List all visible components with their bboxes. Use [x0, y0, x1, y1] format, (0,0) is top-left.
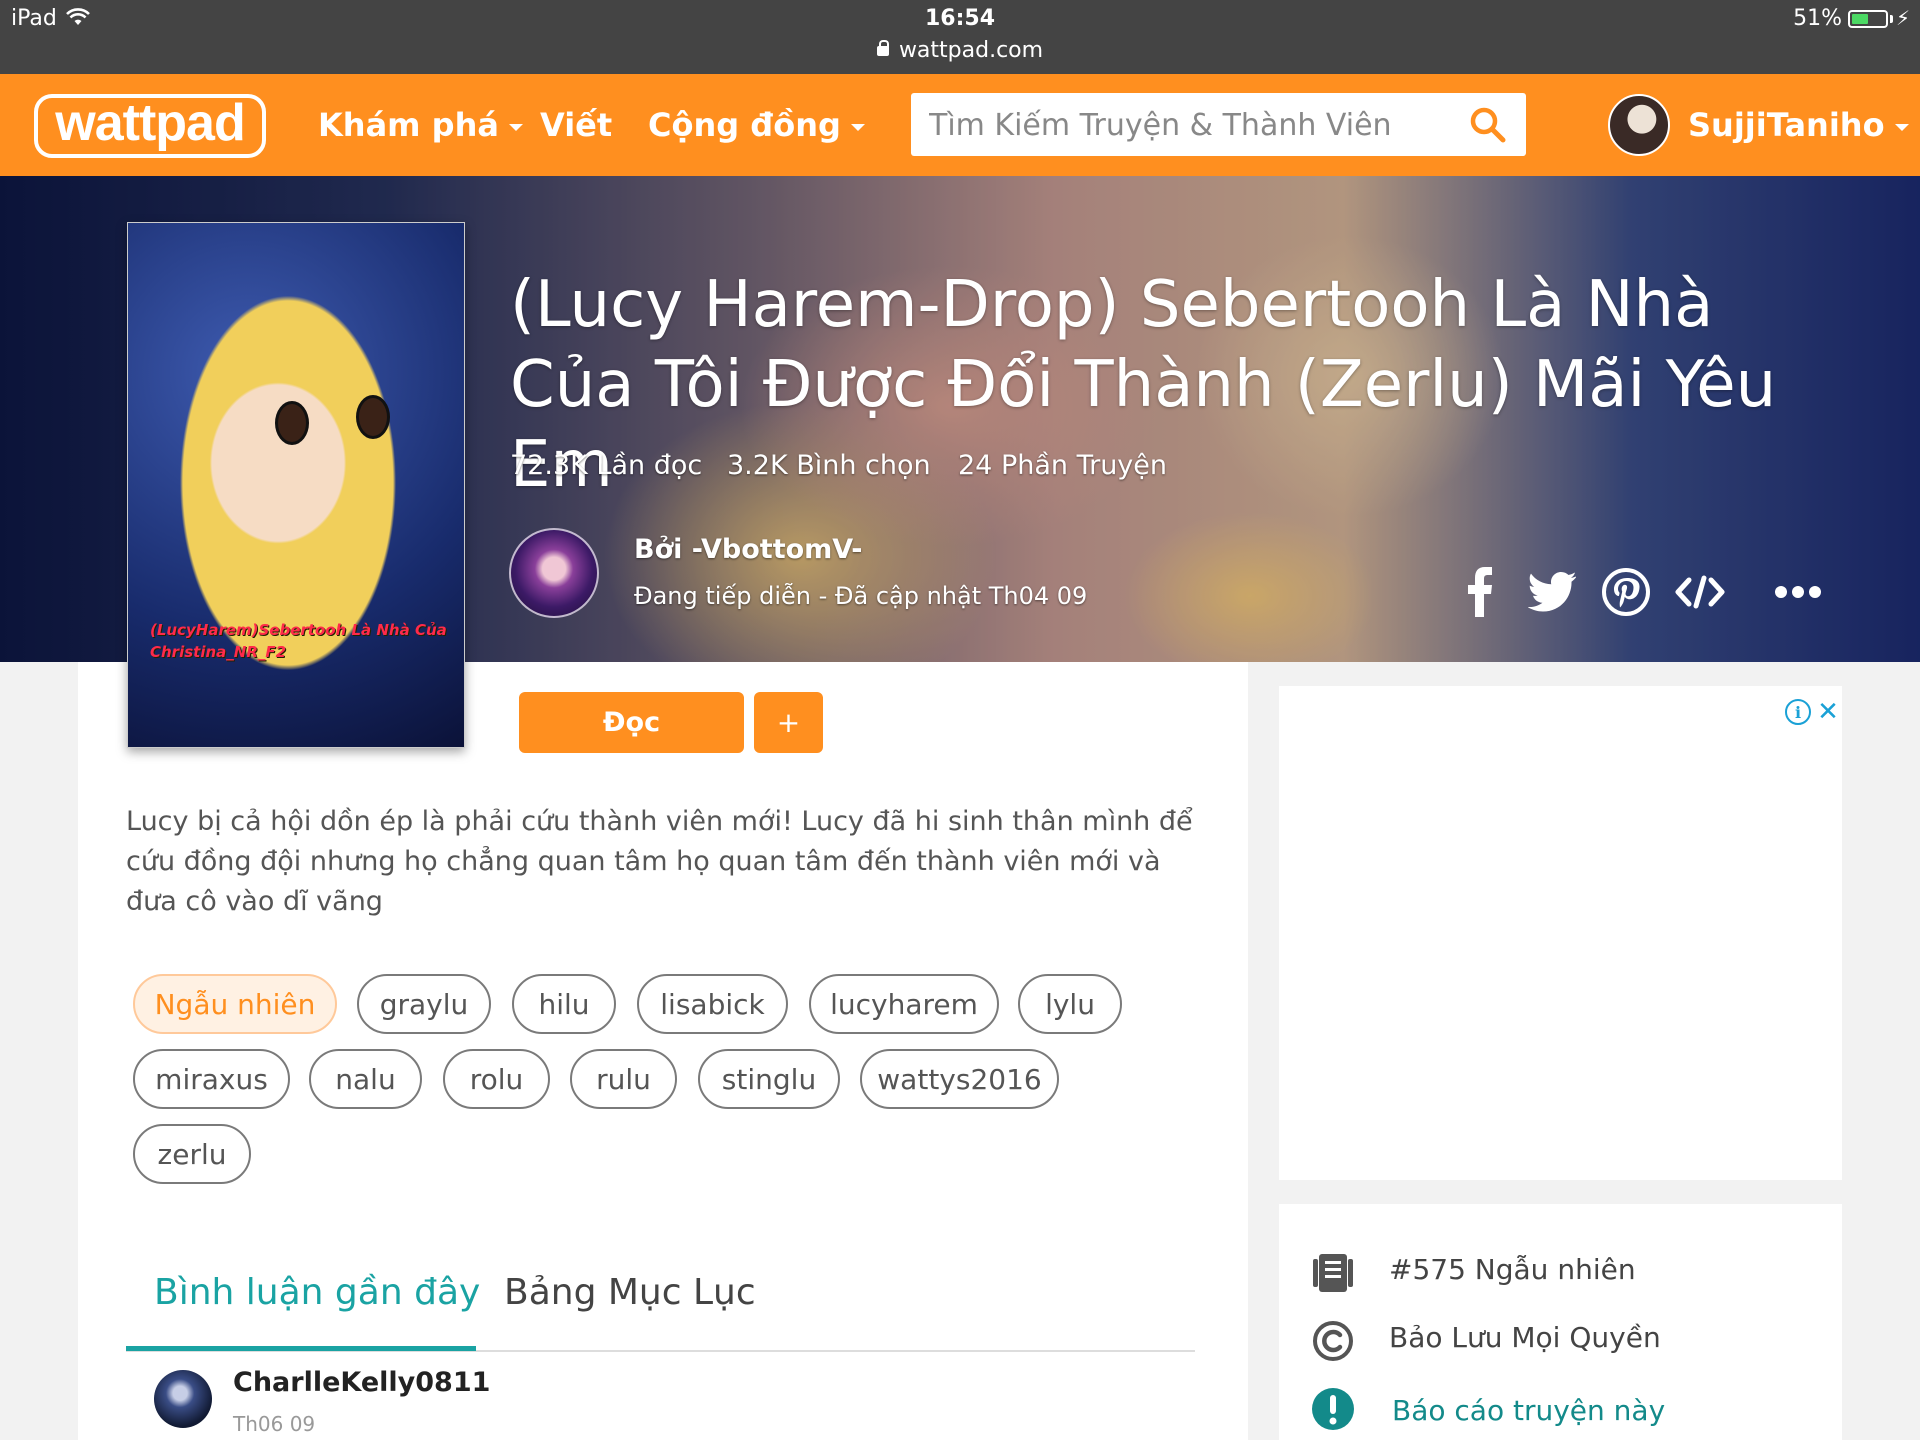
- battery-level: [1852, 14, 1868, 24]
- tag-rolu[interactable]: rolu: [443, 1049, 550, 1109]
- story-cover-image[interactable]: (LucyHarem)Sebertooh Là Nhà Của Christin…: [127, 222, 465, 748]
- pinterest-icon[interactable]: [1600, 564, 1652, 620]
- tag-rulu[interactable]: rulu: [570, 1049, 677, 1109]
- alert-icon: [1310, 1386, 1356, 1432]
- ad-close-icon[interactable]: ✕: [1815, 699, 1841, 725]
- battery-percent: 51%: [1793, 6, 1842, 31]
- nav-community-label: Cộng đồng: [648, 106, 841, 144]
- address-bar[interactable]: wattpad.com: [0, 38, 1920, 63]
- search-input[interactable]: [929, 103, 1449, 147]
- ranking-icon: [1310, 1250, 1356, 1296]
- author-avatar[interactable]: [509, 528, 599, 618]
- chevron-down-icon: [1894, 123, 1909, 131]
- votes-count: 3.2K Bình chọn: [727, 450, 931, 481]
- user-avatar[interactable]: [1608, 94, 1670, 156]
- lock-icon: [876, 40, 889, 56]
- nav-write[interactable]: Viết: [540, 106, 612, 144]
- tag-hilu[interactable]: hilu: [512, 974, 616, 1034]
- twitter-icon[interactable]: [1526, 564, 1578, 620]
- more-icon[interactable]: [1772, 564, 1824, 620]
- tag-ngau-nhien[interactable]: Ngẫu nhiên: [133, 974, 337, 1034]
- reads-count: 72.3K Lần đọc: [510, 450, 703, 481]
- search-icon[interactable]: [1468, 105, 1508, 145]
- story-description: Lucy bị cả hội dồn ép là phải cứu thành …: [126, 806, 1193, 917]
- nav-write-label: Viết: [540, 106, 613, 144]
- cover-eye-left: [275, 401, 309, 445]
- battery-icon: [1848, 10, 1888, 28]
- url-text: wattpad.com: [898, 38, 1044, 63]
- ranking-text[interactable]: #575 Ngẫu nhiên: [1389, 1253, 1636, 1286]
- nav-discover[interactable]: Khám phá: [318, 106, 523, 144]
- comment-date: Th06 09: [233, 1412, 316, 1436]
- top-navigation: wattpad Khám phá Viết Cộng đồng SujjiTan…: [0, 74, 1920, 176]
- tag-stinglu[interactable]: stinglu: [698, 1049, 840, 1109]
- clock: 16:54: [924, 6, 996, 31]
- tag-lylu[interactable]: lylu: [1018, 974, 1122, 1034]
- read-button[interactable]: Đọc: [519, 692, 744, 753]
- tag-nalu[interactable]: nalu: [309, 1049, 422, 1109]
- charging-bolt-icon: ⚡: [1895, 6, 1910, 30]
- ad-info-icon[interactable]: i: [1785, 699, 1811, 725]
- user-menu[interactable]: SujjiTaniho: [1688, 106, 1909, 144]
- commenter-name[interactable]: CharlleKelly0811: [233, 1367, 490, 1398]
- tag-miraxus[interactable]: miraxus: [133, 1049, 290, 1109]
- tag-graylu[interactable]: graylu: [357, 974, 491, 1034]
- parts-count: 24 Phần Truyện: [958, 450, 1168, 481]
- tab-recent-comments[interactable]: Bình luận gần đây: [154, 1272, 480, 1313]
- author-name[interactable]: Bởi -VbottomV-: [634, 534, 862, 565]
- chevron-down-icon: [850, 123, 865, 131]
- cover-eye-right: [356, 395, 390, 439]
- nav-community[interactable]: Cộng đồng: [648, 106, 865, 144]
- facebook-icon[interactable]: [1460, 564, 1500, 620]
- copyright-icon: [1310, 1318, 1356, 1364]
- add-to-library-button[interactable]: +: [754, 692, 823, 753]
- chevron-down-icon: [508, 123, 523, 131]
- tag-zerlu[interactable]: zerlu: [133, 1124, 251, 1184]
- ios-status-bar: iPad 16:54 wattpad.com 51% ⚡: [0, 0, 1920, 74]
- embed-icon[interactable]: [1672, 564, 1728, 620]
- copyright-text: Bảo Lưu Mọi Quyền: [1389, 1321, 1661, 1354]
- battery-tip: [1890, 15, 1893, 23]
- commenter-avatar[interactable]: [154, 1370, 212, 1428]
- active-tab-indicator: [126, 1346, 476, 1351]
- advertisement-slot: [1279, 686, 1842, 1180]
- report-story-link[interactable]: Báo cáo truyện này: [1392, 1394, 1665, 1427]
- tag-wattys2016[interactable]: wattys2016: [860, 1049, 1059, 1109]
- search-box: [911, 93, 1526, 156]
- wattpad-logo[interactable]: wattpad: [34, 94, 266, 158]
- nav-discover-label: Khám phá: [318, 106, 499, 144]
- tag-lucyharem[interactable]: lucyharem: [809, 974, 999, 1034]
- username-label: SujjiTaniho: [1688, 106, 1885, 144]
- tag-lisabick[interactable]: lisabick: [637, 974, 788, 1034]
- story-status: Đang tiếp diễn - Đã cập nhật Th04 09: [634, 582, 1088, 610]
- tab-table-of-contents[interactable]: Bảng Mục Lục: [504, 1272, 756, 1313]
- cover-caption: (LucyHarem)Sebertooh Là Nhà Của Christin…: [150, 621, 447, 661]
